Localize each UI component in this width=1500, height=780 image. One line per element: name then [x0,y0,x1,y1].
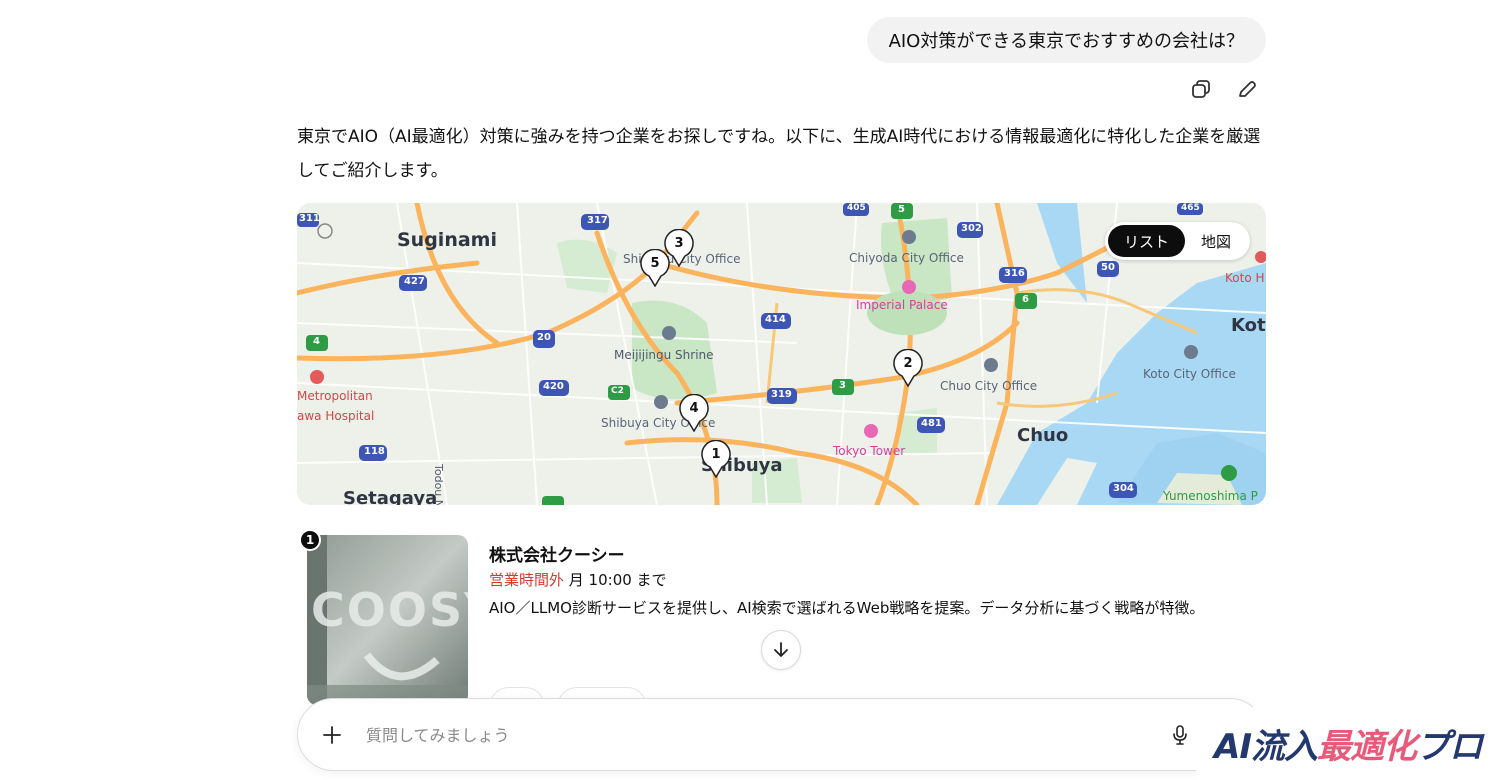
route-label: 304 [1113,483,1134,494]
route-label: 317 [587,215,608,226]
place-name[interactable]: 株式会社クーシー [489,541,625,566]
message-actions [1188,76,1260,102]
route-label: 465 [1181,203,1200,213]
map-label-chiyoda-office: Chiyoda City Office [849,251,964,265]
route-label: 50 [1101,262,1115,273]
watermark-part-2: 最適化 [1316,727,1417,767]
place-hours: 営業時間外 月 10:00 まで [489,569,667,590]
map-pin[interactable]: 5 [640,248,670,288]
plus-icon[interactable] [318,721,346,749]
route-label: 302 [961,223,982,234]
list-view-tab[interactable]: リスト [1107,225,1185,257]
route-label: 481 [921,418,942,429]
place-number-badge: 1 [299,529,321,551]
watermark-part-3: プロ [1415,727,1483,767]
map-pin[interactable]: 4 [679,393,709,433]
map-label-metropolitan: Metropolitan [297,389,373,403]
map-label-yumenoshima: Yumenoshima P [1163,489,1258,503]
route-label: 420 [543,381,564,392]
microphone-icon[interactable] [1166,721,1194,749]
map-label-koto: Koto [1231,315,1266,336]
route-label: C2 [611,386,624,396]
place-card[interactable]: 1 COOSY 株式会社クーシー 営業時間外 月 10:00 まで AIO／LL… [299,529,1267,727]
route-label: 118 [364,446,385,457]
pencil-icon[interactable] [1234,76,1260,102]
scroll-down-button[interactable] [761,630,801,670]
thumbnail-logo-text: COOSY [311,583,468,637]
route-label: 3 [839,380,846,391]
map-label-koto-hospital: Koto H [1225,271,1265,285]
map-label-chuo-office: Chuo City Office [940,379,1038,393]
place-status: 営業時間外 [489,571,565,589]
view-toggle: リスト 地図 [1104,222,1250,260]
route-label: 319 [771,389,792,400]
route-label: 20 [537,332,551,343]
place-description: AIO／LLMO診断サービスを提供し、AI検索で選ばれるWeb戦略を提案。データ… [489,599,1205,617]
route-label: 405 [847,203,866,213]
route-label: 6 [1022,294,1029,305]
assistant-answer-text: 東京でAIO（AI最適化）対策に強みを持つ企業をお探しですね。以下に、生成AI時… [297,127,1261,181]
map-pin[interactable]: 1 [701,439,731,479]
route-label: 414 [765,314,786,325]
prompt-input[interactable] [366,719,1126,751]
composer [297,698,1266,771]
map-label-tokyo-tower: Tokyo Tower [833,444,906,458]
watermark-logo: AI流入 最適化 プロ [1196,707,1500,780]
route-label: 4 [313,336,320,347]
map-label-todou: Todou No.318 [432,464,445,505]
map-label-koto-office: Koto City Office [1143,367,1236,381]
route-label: 427 [404,276,425,287]
map-label-meiji-shrine: Meijijingu Shrine [614,348,714,362]
place-hours-text: 月 10:00 まで [564,571,667,589]
map-card[interactable]: 311 317 405 5 302 465 427 316 50 6 4 20 … [297,203,1266,505]
user-message-bubble: AIO対策ができる東京でおすすめの会社は？ [866,17,1266,63]
map-label-chuo: Chuo [1017,425,1069,446]
map-label-setagaya: Setagaya [343,488,438,505]
copy-icon[interactable] [1188,76,1214,102]
route-label: 5 [898,204,905,215]
arrow-down-icon [774,642,788,657]
route-label: 316 [1004,268,1025,279]
watermark-part-1: AI流入 [1214,727,1318,767]
map-pin[interactable]: 2 [893,348,923,388]
map-view-tab[interactable]: 地図 [1185,225,1247,257]
map-label-imperial-palace: Imperial Palace [856,298,948,312]
user-message-text: AIO対策ができる東京でおすすめの会社は？ [888,31,1244,52]
map-label-suginami: Suginami [397,229,497,251]
map-label-hospital: awa Hospital [297,409,375,423]
place-thumbnail[interactable]: COOSY [307,535,468,705]
route-label: 311 [299,213,320,224]
